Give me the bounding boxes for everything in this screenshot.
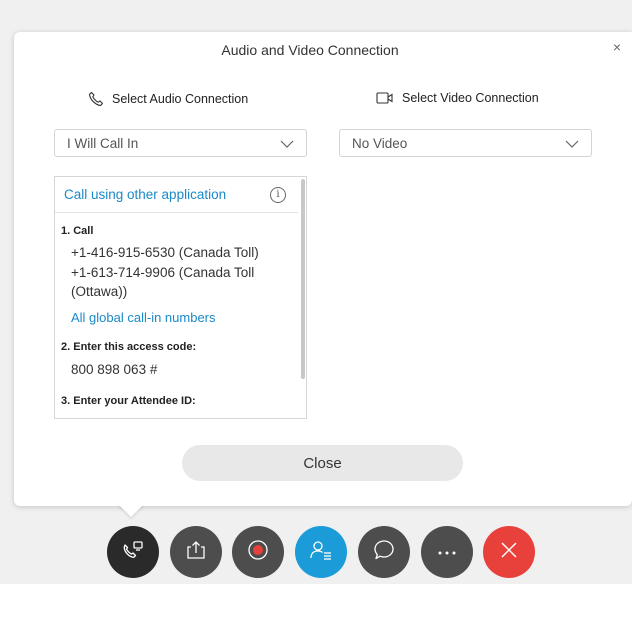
access-code: 800 898 063 # — [71, 362, 158, 377]
global-call-in-link[interactable]: All global call-in numbers — [71, 310, 306, 325]
dialog-pointer — [118, 504, 144, 517]
chat-button[interactable] — [358, 526, 410, 578]
step-1-label: 1. Call — [61, 225, 94, 237]
call-using-other-app-link[interactable]: Call using other application — [64, 187, 226, 202]
call-in-number: +1-416-915-6530 (Canada Toll) — [71, 245, 259, 260]
video-section-header: Select Video Connection — [376, 91, 539, 105]
video-select-value: No Video — [352, 135, 408, 151]
chevron-down-icon — [565, 136, 579, 151]
video-section-label: Select Video Connection — [402, 91, 539, 105]
close-icon — [500, 541, 518, 564]
chevron-down-icon — [280, 136, 294, 151]
record-button[interactable] — [232, 526, 284, 578]
step-2-label: 2. Enter this access code: — [61, 341, 197, 353]
audio-connection-select[interactable]: I Will Call In — [54, 129, 307, 157]
participants-button[interactable] — [295, 526, 347, 578]
more-button[interactable] — [421, 526, 473, 578]
dialog-title: Audio and Video Connection — [221, 42, 399, 58]
chat-icon — [373, 539, 395, 566]
audio-section-header: Select Audio Connection — [88, 91, 248, 107]
participants-icon — [309, 539, 333, 566]
share-icon — [185, 540, 207, 565]
audio-connection-button[interactable] — [107, 526, 159, 578]
share-button[interactable] — [170, 526, 222, 578]
panel-scrollbar[interactable] — [301, 179, 305, 379]
video-connection-select[interactable]: No Video — [339, 129, 592, 157]
call-in-panel: Call using other application i 1. Call +… — [54, 176, 307, 419]
video-camera-icon — [376, 91, 394, 105]
audio-section-label: Select Audio Connection — [112, 92, 249, 106]
more-icon — [436, 543, 458, 561]
info-icon[interactable]: i — [270, 186, 286, 203]
audio-video-dialog: Audio and Video Connection × Select Audi… — [14, 32, 632, 506]
record-icon — [247, 539, 269, 566]
phone-icon — [88, 91, 104, 107]
close-icon[interactable]: × — [608, 38, 626, 56]
phone-settings-icon — [121, 539, 145, 566]
leave-meeting-button[interactable] — [483, 526, 535, 578]
audio-select-value: I Will Call In — [67, 135, 139, 151]
close-button[interactable]: Close — [182, 445, 463, 481]
step-3-label: 3. Enter your Attendee ID: — [61, 395, 196, 407]
call-in-number: +1-613-714-9906 (Canada Toll (Ottawa)) — [71, 265, 255, 299]
panel-header: Call using other application i — [55, 177, 298, 213]
